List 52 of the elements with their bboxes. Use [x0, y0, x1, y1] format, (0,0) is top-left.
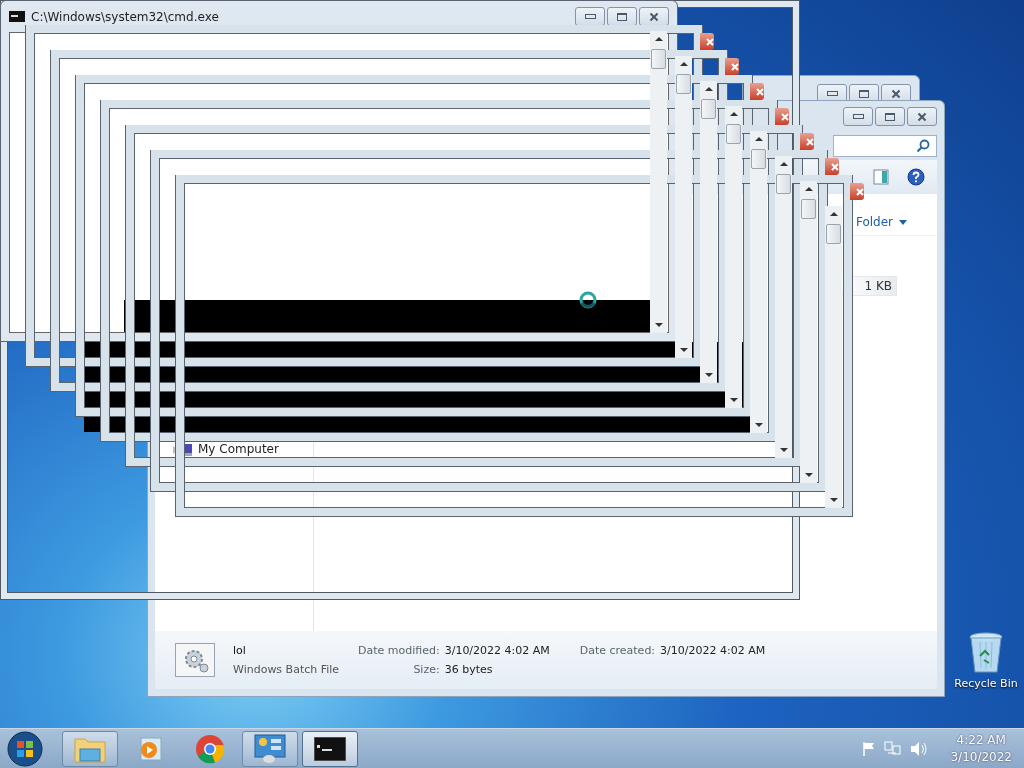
preview-pane-icon[interactable] [873, 169, 889, 185]
file-name: lol [233, 642, 247, 659]
recycle-bin-icon[interactable] [968, 632, 1004, 674]
close-button[interactable] [725, 58, 739, 75]
busy-cursor-icon [578, 290, 598, 310]
console-icon [314, 736, 346, 761]
detail-label: Date created: [579, 642, 656, 659]
close-button[interactable] [775, 108, 789, 125]
window-title: C:\Windows\system32\cmd.exe [31, 9, 220, 24]
close-icon [731, 62, 739, 71]
maximize-button[interactable] [875, 107, 905, 126]
scrollbar[interactable] [725, 106, 742, 408]
scrollbar[interactable] [700, 81, 717, 383]
console-icon [9, 11, 25, 22]
close-icon [706, 37, 714, 46]
gear-file-icon [175, 643, 215, 677]
computer-icon [184, 443, 192, 456]
scrollbar[interactable] [825, 206, 842, 508]
scrollbar[interactable] [750, 131, 767, 433]
detail-value: 36 bytes [444, 661, 494, 678]
close-icon [831, 162, 839, 171]
detail-value: 3/10/2022 4:02 AM [444, 642, 551, 659]
scrollbar[interactable] [675, 56, 692, 358]
detail-label: Size: [412, 661, 440, 678]
close-button[interactable] [700, 33, 714, 50]
close-button[interactable] [825, 158, 839, 175]
close-button[interactable] [850, 183, 864, 200]
close-icon [806, 137, 814, 146]
arrange-dropdown[interactable]: Folder [855, 210, 907, 235]
nav-item[interactable]: My Computer [198, 443, 279, 456]
file-type: Windows Batch File [233, 661, 341, 678]
scrollbar[interactable] [800, 181, 817, 483]
media-player-icon [137, 735, 163, 762]
close-button[interactable] [750, 83, 764, 100]
icon-label[interactable]: Recycle Bin [954, 677, 1018, 691]
minimize-button[interactable] [843, 107, 873, 126]
close-button[interactable] [800, 133, 814, 150]
search-icon [916, 139, 930, 153]
taskbar-button[interactable] [302, 730, 358, 767]
control-panel-icon [254, 733, 286, 764]
detail-value: 3/10/2022 4:02 AM [660, 642, 766, 659]
start-button[interactable] [6, 729, 44, 768]
detail-label: Date modified: [358, 642, 440, 659]
close-icon [781, 112, 789, 121]
close-button[interactable] [907, 107, 937, 126]
expand-arrow-icon[interactable] [173, 445, 178, 454]
help-icon[interactable] [907, 168, 925, 186]
close-icon [756, 87, 764, 96]
scrollbar[interactable] [650, 31, 667, 333]
browser-icon [195, 733, 225, 764]
scrollbar[interactable] [775, 156, 792, 458]
search-field[interactable] [833, 135, 937, 157]
